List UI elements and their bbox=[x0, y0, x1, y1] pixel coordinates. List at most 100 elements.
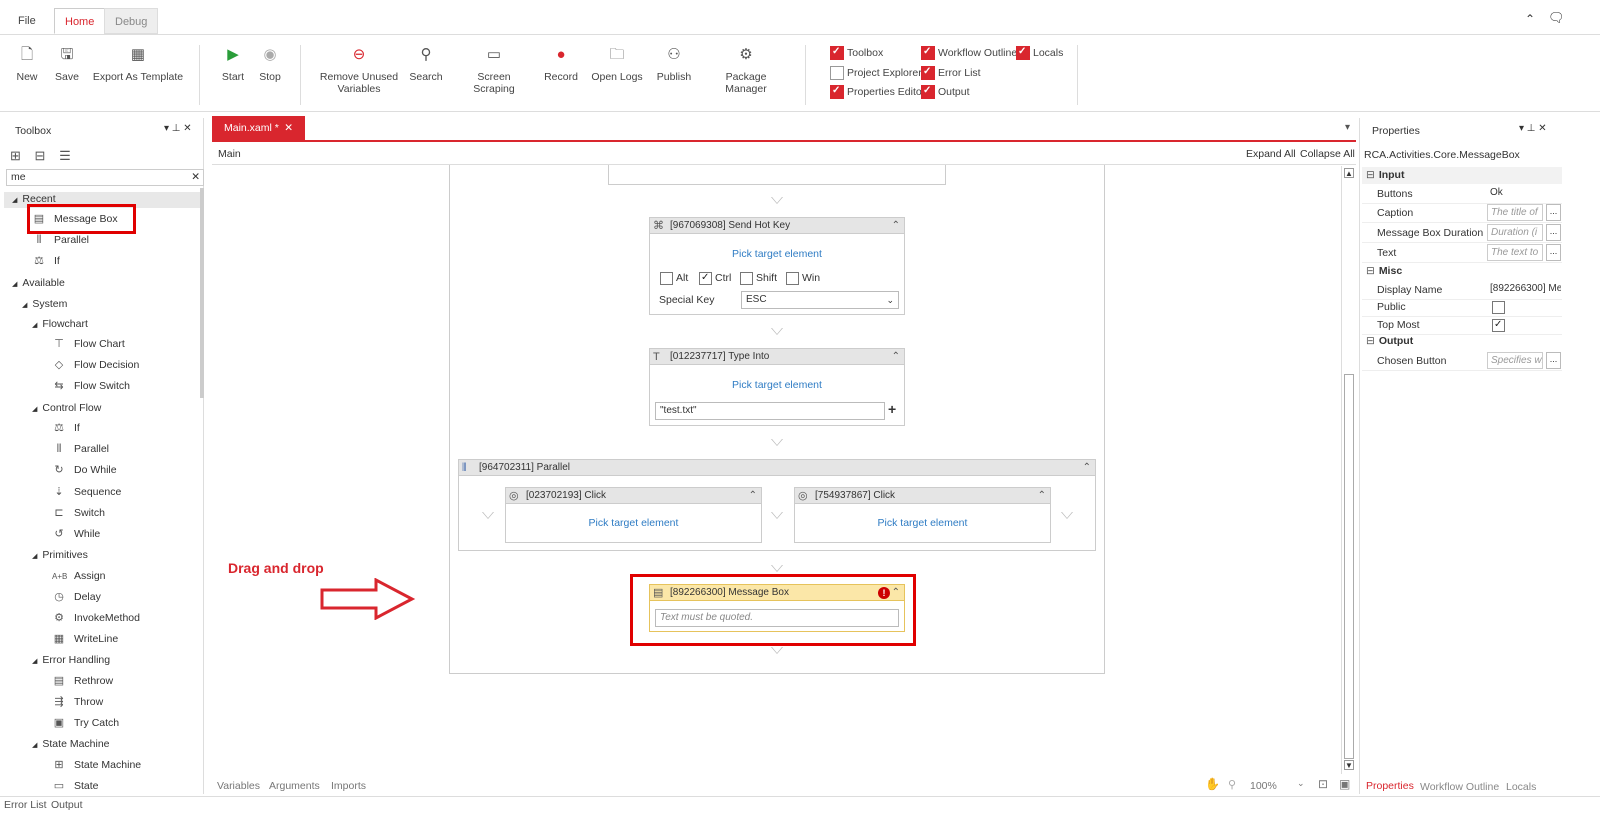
toolbox-item-state[interactable]: ▭ State bbox=[52, 778, 99, 794]
expand-all-icon[interactable]: ⊞ bbox=[10, 148, 21, 163]
scroll-up-icon[interactable]: ▲ bbox=[1344, 168, 1354, 178]
prop-duration[interactable]: Message Box Duration Duration (i... bbox=[1362, 223, 1562, 243]
scroll-thumb[interactable] bbox=[1344, 374, 1354, 759]
publish-button[interactable]: ⚇ Publish bbox=[652, 45, 696, 83]
output-toggle[interactable]: Output bbox=[921, 84, 970, 99]
variables-tab[interactable]: Variables bbox=[217, 780, 260, 792]
collapse-all-icon[interactable]: ⊟ bbox=[35, 148, 46, 163]
properties-tab[interactable]: Properties bbox=[1366, 780, 1414, 792]
arguments-tab[interactable]: Arguments bbox=[269, 780, 320, 792]
toolbox-item-assign[interactable]: A+B Assign bbox=[52, 568, 106, 584]
collapse-all-link[interactable]: Collapse All bbox=[1300, 148, 1355, 160]
plus-icon[interactable]: + bbox=[888, 401, 896, 417]
shift-checkbox[interactable]: Shift bbox=[740, 272, 777, 285]
message-box-activity[interactable]: ▤ [892266300] Message Box ! ⌃ Text must b… bbox=[649, 584, 905, 632]
toolbox-item-if[interactable]: ⚖ If bbox=[32, 253, 60, 269]
pick-target-link[interactable]: Pick target element bbox=[795, 517, 1050, 529]
breadcrumb[interactable]: Main bbox=[218, 148, 241, 160]
expand-all-link[interactable]: Expand All bbox=[1246, 148, 1296, 160]
scroll-down-icon[interactable]: ▼ bbox=[1344, 760, 1354, 770]
collapse-icon[interactable]: ⌃ bbox=[749, 488, 757, 504]
tab-home[interactable]: Home bbox=[54, 8, 106, 34]
package-manager-button[interactable]: ⚙ Package Manager bbox=[704, 45, 788, 95]
prop-top-most[interactable]: Top Most bbox=[1362, 315, 1562, 335]
more-button[interactable]: ... bbox=[1546, 224, 1561, 241]
save-button[interactable]: 🖫 Save bbox=[50, 45, 84, 83]
designer-scrollbar[interactable]: ▲ ▼ bbox=[1341, 166, 1355, 774]
message-text-field[interactable]: Text must be quoted. bbox=[655, 609, 899, 627]
toolbox-item-invoke-method[interactable]: ⚙ InvokeMethod bbox=[52, 610, 140, 626]
public-checkbox[interactable] bbox=[1492, 301, 1508, 314]
category-control-flow[interactable]: Control Flow bbox=[32, 402, 101, 414]
imports-tab[interactable]: Imports bbox=[331, 780, 366, 792]
new-button[interactable]: 🗋 New bbox=[10, 45, 44, 83]
category-system[interactable]: System bbox=[22, 298, 67, 310]
category-flowchart[interactable]: Flowchart bbox=[32, 318, 88, 330]
prop-buttons[interactable]: Buttons Ok bbox=[1362, 184, 1562, 204]
fit-to-screen-icon[interactable]: ⊡ bbox=[1318, 777, 1328, 791]
click-activity-2[interactable]: ◎ [754937867] Click ⌃ Pick target element bbox=[794, 487, 1051, 543]
prop-text[interactable]: Text The text to... bbox=[1362, 243, 1562, 263]
chat-icon[interactable]: 🗨 bbox=[1548, 10, 1565, 26]
toolbox-item-do-while[interactable]: ↻ Do While bbox=[52, 462, 116, 478]
tab-file[interactable]: File bbox=[8, 8, 46, 34]
document-tab-main[interactable]: Main.xaml * ✕ bbox=[212, 116, 305, 140]
properties-editor-toggle[interactable]: Properties Editor bbox=[830, 84, 925, 99]
type-into-text-field[interactable]: "test.txt" bbox=[655, 402, 885, 420]
zoom-level[interactable]: 100% bbox=[1250, 780, 1277, 792]
pick-target-link[interactable]: Pick target element bbox=[650, 248, 904, 260]
previous-activity[interactable] bbox=[608, 165, 946, 185]
tab-debug[interactable]: Debug bbox=[104, 8, 159, 34]
toolbox-item-flow-switch[interactable]: ⇆ Flow Switch bbox=[52, 378, 130, 394]
output-tab[interactable]: Output bbox=[51, 799, 83, 811]
toolbox-item-state-machine[interactable]: ⊞ State Machine bbox=[52, 757, 141, 773]
overview-icon[interactable]: ▣ bbox=[1339, 777, 1350, 791]
toolbox-item-throw[interactable]: ⇶ Throw bbox=[52, 694, 103, 710]
list-view-icon[interactable]: ☰ bbox=[59, 148, 71, 163]
toolbox-item-try-catch[interactable]: ▣ Try Catch bbox=[52, 715, 119, 731]
win-checkbox[interactable]: Win bbox=[786, 272, 820, 285]
toolbox-item-while[interactable]: ↺ While bbox=[52, 526, 100, 542]
zoom-icon[interactable]: ⚲ bbox=[1228, 778, 1236, 791]
section-input[interactable]: Input bbox=[1362, 167, 1562, 184]
prop-caption[interactable]: Caption The title of... bbox=[1362, 203, 1562, 223]
collapse-ribbon-icon[interactable]: ⌃ bbox=[1525, 12, 1535, 26]
export-template-button[interactable]: ▦ Export As Template bbox=[92, 45, 184, 83]
category-state-machine[interactable]: State Machine bbox=[32, 738, 109, 750]
section-output[interactable]: Output bbox=[1362, 333, 1562, 350]
toolbox-item-switch[interactable]: ⊏ Switch bbox=[52, 505, 105, 521]
toolbox-search-input[interactable]: me ✕ bbox=[6, 169, 204, 186]
start-button[interactable]: ▶ Start bbox=[216, 45, 250, 83]
record-button[interactable]: ● Record bbox=[541, 45, 581, 83]
error-list-toggle[interactable]: Error List bbox=[921, 65, 981, 80]
toolbox-item-flow-chart[interactable]: ⊤ Flow Chart bbox=[52, 336, 125, 352]
toolbox-item-writeline[interactable]: ▦ WriteLine bbox=[52, 631, 118, 647]
prop-public[interactable]: Public bbox=[1362, 297, 1562, 317]
toolbox-item-flow-decision[interactable]: ◇ Flow Decision bbox=[52, 357, 140, 373]
collapse-icon[interactable]: ⌃ bbox=[892, 585, 900, 601]
clear-search-icon[interactable]: ✕ bbox=[191, 170, 200, 185]
screen-scraping-button[interactable]: ▭ Screen Scraping bbox=[456, 45, 532, 95]
stop-button[interactable]: ◉ Stop bbox=[253, 45, 287, 83]
error-list-tab[interactable]: Error List bbox=[4, 799, 47, 811]
alt-checkbox[interactable]: Alt bbox=[660, 272, 688, 285]
panel-menu-icon[interactable]: ▾ ⊥ ✕ bbox=[1519, 123, 1547, 134]
toolbox-scrollbar[interactable] bbox=[200, 188, 204, 398]
zoom-dropdown-icon[interactable]: ⌄ bbox=[1297, 778, 1305, 789]
locals-toggle[interactable]: Locals bbox=[1016, 45, 1063, 60]
toolbox-item-delay[interactable]: ◷ Delay bbox=[52, 589, 101, 605]
tab-list-icon[interactable]: ▾ bbox=[1345, 122, 1350, 133]
top-most-checkbox[interactable] bbox=[1492, 318, 1508, 332]
search-button[interactable]: ⚲ Search bbox=[406, 45, 446, 83]
toolbox-toggle[interactable]: Toolbox bbox=[830, 45, 883, 60]
category-available[interactable]: Available bbox=[12, 277, 64, 289]
prop-chosen-button[interactable]: Chosen Button Specifies wh... bbox=[1362, 351, 1562, 371]
category-primitives[interactable]: Primitives bbox=[32, 549, 88, 561]
toolbox-item-parallel[interactable]: ⫴ Parallel bbox=[52, 441, 109, 457]
project-explorer-toggle[interactable]: Project Explorer bbox=[830, 66, 922, 80]
ctrl-checkbox[interactable]: Ctrl bbox=[699, 271, 731, 285]
toolbox-item-sequence[interactable]: ⇣ Sequence bbox=[52, 484, 121, 500]
category-error-handling[interactable]: Error Handling bbox=[32, 654, 110, 666]
toolbox-item-parallel[interactable]: ⫴ Parallel bbox=[32, 232, 89, 248]
click-activity-1[interactable]: ◎ [023702193] Click ⌃ Pick target element bbox=[505, 487, 762, 543]
